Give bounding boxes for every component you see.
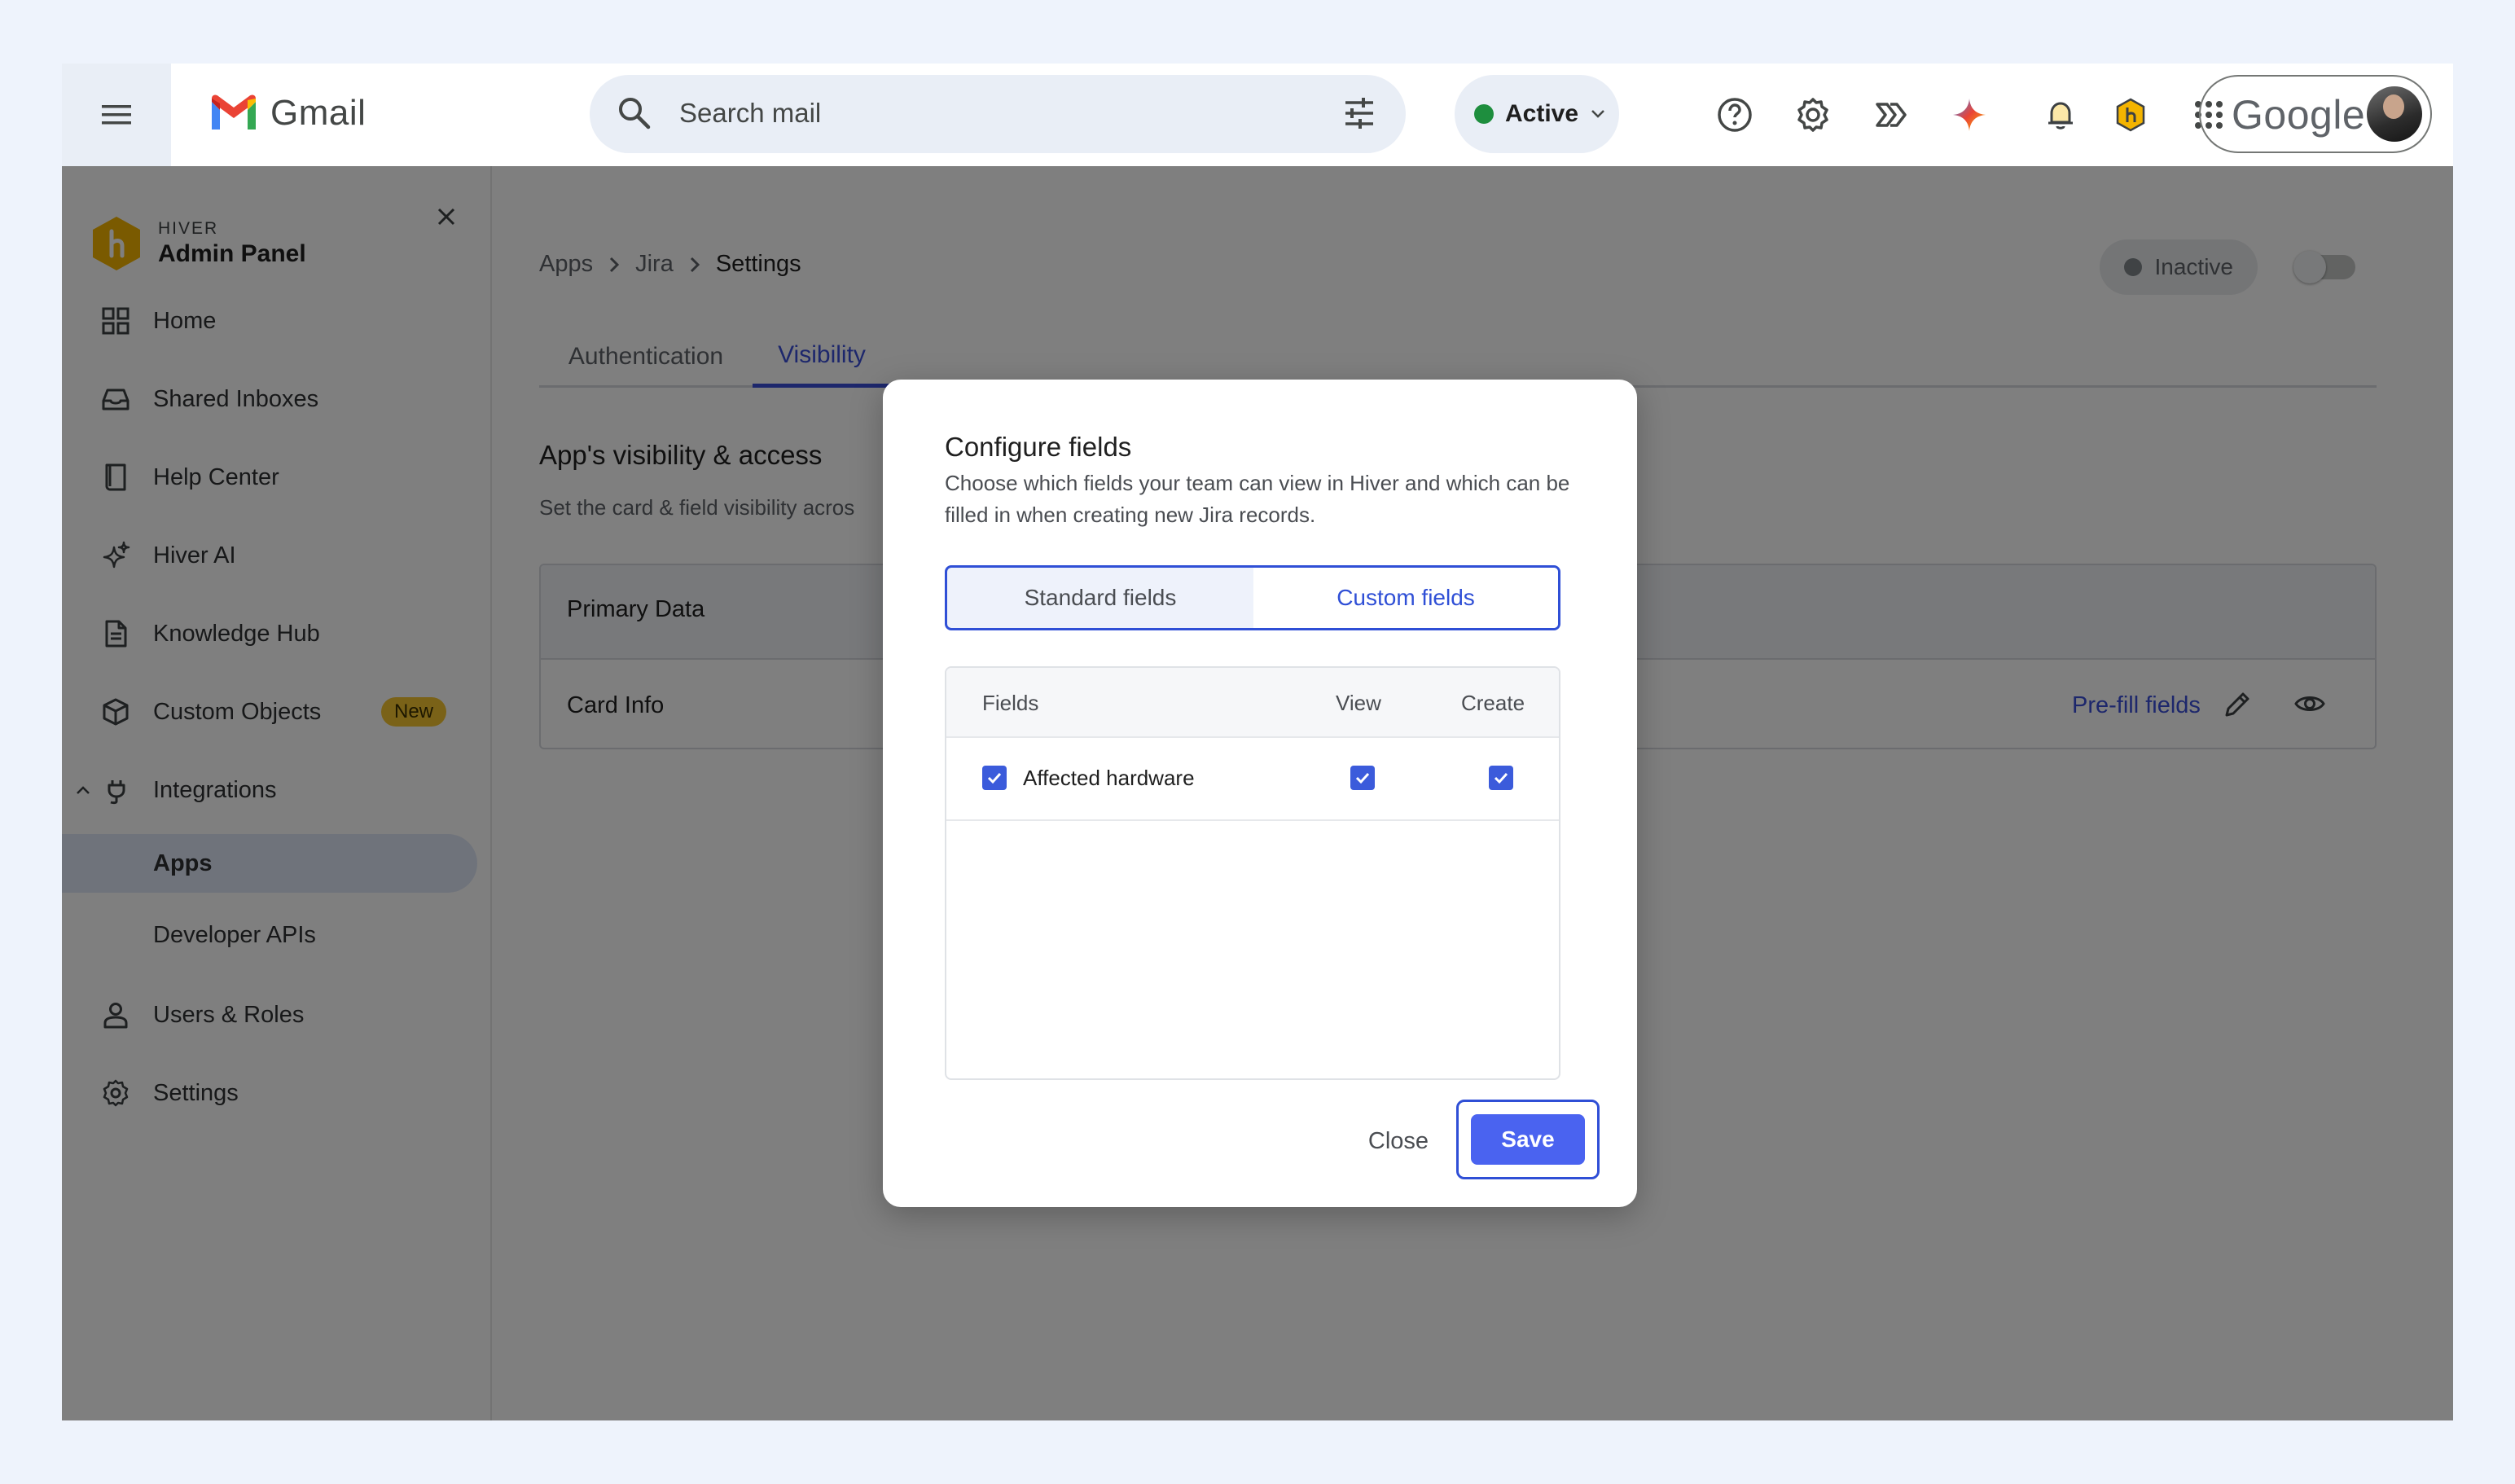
- help-icon[interactable]: [1714, 94, 1756, 136]
- field-type-segmented-control: Standard fields Custom fields: [945, 565, 1560, 630]
- google-account-button[interactable]: Google: [2199, 75, 2432, 153]
- search-icon[interactable]: [616, 94, 653, 132]
- hiver-extension-icon[interactable]: [2109, 94, 2152, 136]
- status-dropdown[interactable]: Active: [1455, 75, 1619, 153]
- status-label: Active: [1505, 100, 1579, 127]
- configure-fields-dialog: Configure fields Choose which fields you…: [883, 380, 1637, 1207]
- table-row: Affected hardware: [946, 738, 1559, 821]
- gemini-sparkle-icon[interactable]: [1948, 94, 1990, 136]
- checkmark-icon: [1494, 772, 1508, 784]
- chevron-down-icon: [1591, 110, 1604, 118]
- tab-custom-fields[interactable]: Custom fields: [1253, 568, 1558, 628]
- user-avatar: [2367, 86, 2422, 142]
- search-options-icon[interactable]: [1341, 94, 1378, 132]
- create-checkbox[interactable]: [1489, 766, 1513, 790]
- settings-gear-icon[interactable]: [1792, 94, 1834, 136]
- gmail-logo[interactable]: Gmail: [208, 93, 366, 134]
- dialog-title: Configure fields: [945, 432, 1132, 462]
- gmail-m-icon: [212, 94, 256, 130]
- gmail-wordmark: Gmail: [270, 93, 366, 133]
- status-dot-icon: [1474, 104, 1494, 124]
- search-input[interactable]: Search mail: [679, 98, 821, 129]
- column-header-create: Create: [1461, 691, 1525, 715]
- column-header-view: View: [1336, 691, 1381, 715]
- column-header-fields: Fields: [982, 691, 1039, 715]
- fields-table: Fields View Create Affected hardware: [945, 666, 1560, 1080]
- gmail-topbar: Gmail Search mail Active Google: [62, 64, 2453, 166]
- checkmark-icon: [1355, 772, 1370, 784]
- close-button[interactable]: Close: [1350, 1116, 1446, 1166]
- view-checkbox[interactable]: [1350, 766, 1375, 790]
- main-menu-button[interactable]: [62, 64, 171, 166]
- field-name: Affected hardware: [1023, 766, 1195, 790]
- save-button[interactable]: Save: [1471, 1114, 1585, 1165]
- checkmark-icon: [987, 772, 1002, 784]
- google-wordmark: Google: [2232, 92, 2366, 138]
- hamburger-menu-icon: [102, 105, 131, 125]
- app-frame: Gmail Search mail Active Google Configur…: [62, 64, 2453, 1420]
- row-select-checkbox[interactable]: [982, 766, 1007, 790]
- gemini-features-icon[interactable]: [1870, 94, 1912, 136]
- search-bar[interactable]: Search mail: [590, 75, 1406, 153]
- dialog-description: Choose which fields your team can view i…: [945, 471, 1570, 527]
- notifications-bell-icon[interactable]: [2039, 94, 2082, 136]
- tab-standard-fields[interactable]: Standard fields: [947, 568, 1253, 628]
